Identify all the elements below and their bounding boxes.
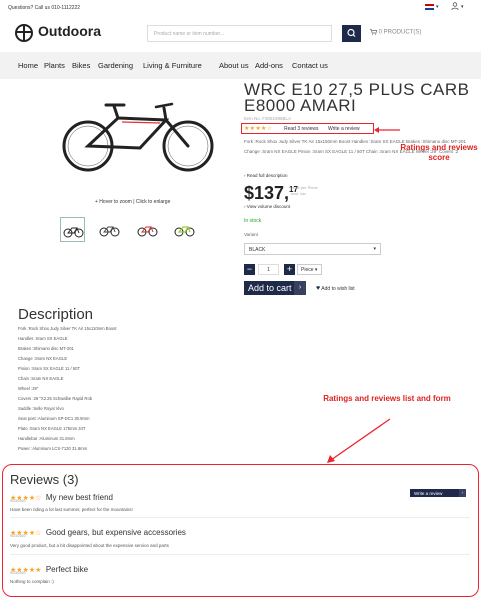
description-line: Change :Sram NX EAGLE [18, 356, 68, 361]
main-nav: Home Plants Bikes Gardening Living & Fur… [0, 52, 481, 79]
logo-icon[interactable] [15, 24, 33, 42]
description-list: Fork :Rock Shox Judy Silver TK Air 15x11… [18, 324, 248, 454]
review-date: 9/23/2020 [10, 499, 26, 503]
nav-item-living-furniture[interactable]: Living & Furniture [143, 61, 202, 70]
nav-item-about-us[interactable]: About us [219, 61, 249, 70]
write-review-link[interactable]: Write a review [328, 126, 360, 132]
review-title: My new best friend [45, 493, 113, 502]
quantity-increase-button[interactable]: + [284, 264, 295, 275]
variant-select[interactable]: BLACK ▾ [244, 243, 381, 255]
variant-value: BLACK [249, 247, 266, 253]
heart-icon: ♥ [316, 285, 321, 292]
cart-icon [370, 29, 378, 35]
cart-label: 0 PRODUCT(S) [378, 29, 422, 36]
add-to-cart-label: Add to cart [248, 283, 292, 293]
description-title: Description [18, 306, 94, 323]
chevron-right-icon: › [294, 281, 306, 295]
item-number: Item No. F3061996BLA [244, 116, 292, 121]
price-main: $137, [244, 183, 290, 203]
logo[interactable]: Outdoora [38, 23, 101, 39]
review-date: 9/23/2020 [10, 571, 26, 575]
user-icon[interactable] [451, 2, 459, 12]
description-line: Wheel :29" [18, 386, 39, 391]
price-tax-note: excl. tax [291, 191, 306, 196]
chevron-right-icon: › [459, 489, 466, 497]
variant-label: Variant [244, 232, 258, 237]
write-review-button[interactable]: Write a review › [410, 489, 466, 497]
price: $137,17 [244, 183, 298, 204]
description-line: Handlebar :Aluminum 31.8mm [18, 436, 75, 441]
product-image[interactable] [48, 96, 230, 178]
zoom-hint: + Hover to zoom | Click to enlarge [95, 199, 171, 205]
review-body: Nothing to complain :) [10, 579, 54, 584]
nav-item-bikes[interactable]: Bikes [72, 61, 90, 70]
short-specs: Fork :Rock Shox Judy Silver TK Air 15x15… [244, 139, 467, 154]
quantity-decrease-button[interactable]: − [244, 264, 255, 275]
divider [10, 517, 470, 518]
chevron-down-icon[interactable]: ▾ [436, 4, 439, 10]
chevron-down-icon[interactable]: ▾ [461, 4, 464, 10]
flag-icon[interactable] [425, 4, 434, 10]
wishlist-label: Add to wish list [321, 286, 355, 292]
description-line: Power :Aluminum LCS-7130 31.8mm [18, 446, 88, 451]
description-line: Brakes :Shimano disc MT-201 [18, 346, 74, 351]
search-button[interactable] [342, 25, 361, 42]
thumbnail[interactable] [172, 217, 197, 242]
read-reviews-link[interactable]: Read 3 reviews [284, 126, 318, 132]
review-title: Good gears, but expensive accessories [45, 528, 186, 537]
nav-item-home[interactable]: Home [18, 61, 38, 70]
review-title: Perfect bike [45, 565, 89, 574]
thumbnail[interactable] [60, 217, 85, 242]
description-line: Plato :Sram NX EAGLE 175mm 34T [18, 426, 86, 431]
read-full-description-link[interactable]: › Read full description [244, 173, 288, 178]
thumbnail[interactable] [97, 217, 122, 242]
description-line: Covers :29 "X2.25 Schwalbe Rapid Rob [18, 396, 93, 401]
product-title: WRC E10 27,5 PLUS CARB E8000 AMARI [244, 80, 470, 115]
add-to-cart-button[interactable]: Add to cart › [244, 281, 306, 295]
review-body: Have been riding a lot last summer, perf… [10, 507, 133, 512]
write-review-label: Write a review [414, 490, 443, 496]
cart[interactable]: 0 PRODUCT(S) [370, 29, 421, 36]
description-line: Chain :Sram NX EAGLE [18, 376, 64, 381]
description-line: Pinion :Sram SX EAGLE 11 / 50T [18, 366, 81, 371]
nav-item-plants[interactable]: Plants [44, 61, 65, 70]
phone-question-text: Questions? Call us 010-1112222 [8, 5, 81, 11]
review-item: ★★★★☆ Good gears, but expensive accessor… [10, 522, 186, 540]
thumbnail[interactable] [135, 217, 160, 242]
nav-item-contact-us[interactable]: Contact us [292, 61, 328, 70]
stock-status: In stock [244, 218, 262, 224]
nav-item-gardening[interactable]: Gardening [98, 61, 133, 70]
rating-stars: ★★★★☆ [244, 126, 273, 132]
unit-select[interactable]: Piece ▾ [297, 264, 322, 275]
volume-discount-link[interactable]: › View volume discount [244, 204, 290, 209]
divider [10, 554, 470, 555]
annotation-reviews: Ratings and reviews list and form [323, 394, 451, 403]
search-input[interactable]: Product name or item number... [147, 25, 332, 42]
review-body: Very good product, but a bit disappointe… [10, 543, 169, 548]
description-line: Handles :Sram SX EAGLE [18, 336, 68, 341]
review-date: 9/23/2020 [10, 534, 26, 538]
description-line: Fork :Rock Shox Judy Silver TK Air 15x11… [18, 326, 117, 331]
nav-item-add-ons[interactable]: Add-ons [255, 61, 283, 70]
unit-value: Piece [301, 267, 314, 273]
topbar: Questions? Call us 010-1112222 ▾ ▾ [0, 0, 481, 18]
search-icon [347, 28, 356, 37]
price-note: price per Piece excl. tax [291, 185, 318, 197]
annotation-arrow [327, 418, 391, 463]
chevron-down-icon: ▾ [373, 246, 376, 252]
reviews-title: Reviews (3) [10, 472, 79, 487]
description-line: Seat post :Aluminum SP-DC1 30.9mm [18, 416, 90, 421]
add-to-wishlist-button[interactable]: ♥ Add to wish list [316, 285, 355, 292]
description-line: Saddle :Selle Royal Vivo [18, 406, 64, 411]
quantity-input[interactable]: 1 [258, 264, 279, 275]
annotation-arrow [374, 127, 400, 133]
chevron-down-icon: ▾ [314, 267, 318, 273]
